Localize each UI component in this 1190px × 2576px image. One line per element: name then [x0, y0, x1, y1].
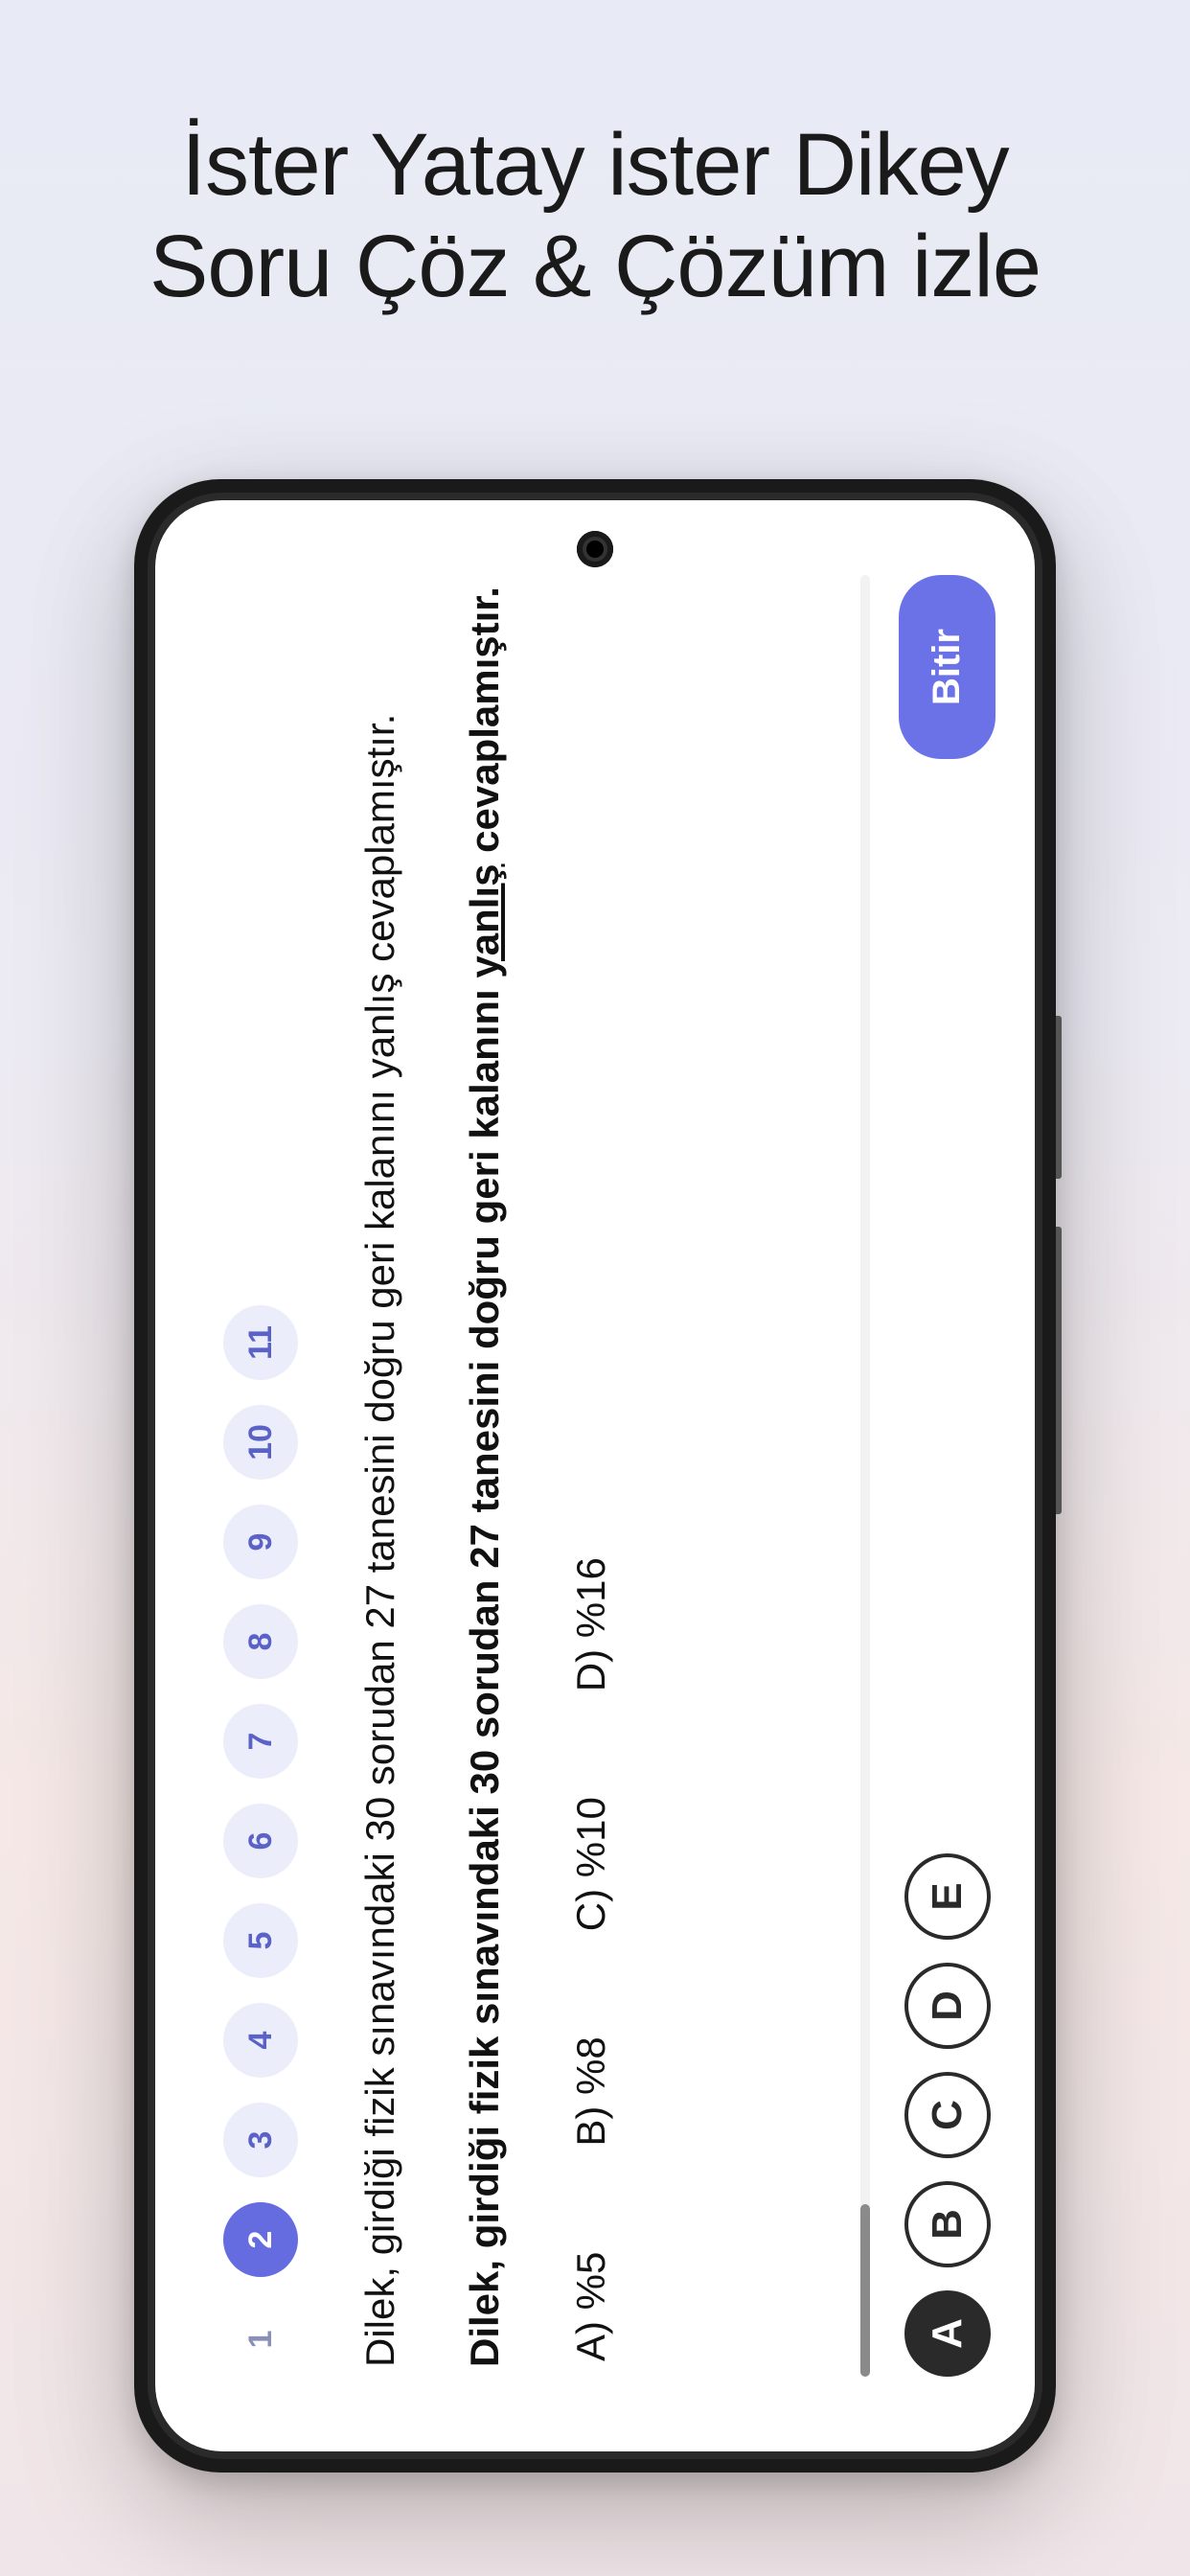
- question-number-8[interactable]: 8: [223, 1604, 298, 1679]
- phone-frame: 1 2 3 4 5 6 7 8 9 10 11 Dilek, girdiği fizik sınav…: [134, 479, 1056, 2472]
- question-number-9[interactable]: 9: [223, 1505, 298, 1579]
- question-number-7[interactable]: 7: [223, 1704, 298, 1779]
- answer-option-b[interactable]: B) %8: [568, 2036, 614, 2146]
- answer-option-a[interactable]: A) %5: [568, 2252, 614, 2361]
- phone-side-button-1: [1056, 1016, 1062, 1179]
- choice-c[interactable]: C: [904, 2072, 991, 2158]
- question-number-strip: 1 2 3 4 5 6 7 8 9 10 11: [223, 575, 298, 2377]
- question-area: Dilek, girdiği fizik sınavındaki 30 soru…: [332, 575, 860, 2377]
- answer-options-row: A) %5 B) %8 C) %10 D) %16: [568, 585, 614, 2367]
- phone-side-button-2: [1056, 1227, 1062, 1514]
- bottom-bar: ABCDE Bitir: [860, 575, 995, 2377]
- choice-row: ABCDE Bitir: [899, 575, 995, 2377]
- choice-b[interactable]: B: [904, 2181, 991, 2267]
- question-text-normal: Dilek, girdiği fizik sınavındaki 30 soru…: [352, 585, 410, 2367]
- scrollbar-thumb[interactable]: [860, 2204, 870, 2377]
- phone-bezel: 1 2 3 4 5 6 7 8 9 10 11 Dilek, girdiği fizik sınav…: [148, 493, 1042, 2459]
- promo-headline: İster Yatay ister Dikey Soru Çöz & Çözüm…: [0, 115, 1190, 318]
- question-number-10[interactable]: 10: [223, 1405, 298, 1480]
- question-bold-prefix: Dilek, girdiği fizik sınavındaki 30 soru…: [462, 978, 507, 2367]
- question-bold-suffix: cevaplamıştır.: [462, 586, 507, 864]
- question-text-bold: Dilek, girdiği fizik sınavındaki 30 soru…: [456, 585, 515, 2367]
- question-number-11[interactable]: 11: [223, 1305, 298, 1380]
- app-content: 1 2 3 4 5 6 7 8 9 10 11 Dilek, girdiği fizik sınav…: [156, 508, 1034, 2444]
- question-number-2[interactable]: 2: [223, 2202, 298, 2277]
- content-scrollbar[interactable]: [860, 575, 870, 2377]
- phone-screen: 1 2 3 4 5 6 7 8 9 10 11 Dilek, girdiği fizik sınav…: [155, 500, 1035, 2451]
- headline-line-2: Soru Çöz & Çözüm izle: [0, 217, 1190, 318]
- camera-cutout: [577, 531, 613, 567]
- question-number-4[interactable]: 4: [223, 2003, 298, 2078]
- choice-a[interactable]: A: [904, 2290, 991, 2377]
- choice-e[interactable]: E: [904, 1853, 991, 1940]
- choices-container: ABCDE: [904, 1853, 991, 2377]
- question-number-6[interactable]: 6: [223, 1804, 298, 1878]
- question-number-3[interactable]: 3: [223, 2103, 298, 2177]
- question-number-1[interactable]: 1: [223, 2302, 298, 2377]
- finish-button[interactable]: Bitir: [899, 575, 995, 759]
- answer-option-c[interactable]: C) %10: [568, 1797, 614, 1931]
- answer-option-d[interactable]: D) %16: [568, 1557, 614, 1691]
- headline-line-1: İster Yatay ister Dikey: [0, 115, 1190, 217]
- question-number-5[interactable]: 5: [223, 1903, 298, 1978]
- question-bold-underline: yanlış: [462, 864, 507, 978]
- choice-d[interactable]: D: [904, 1963, 991, 2049]
